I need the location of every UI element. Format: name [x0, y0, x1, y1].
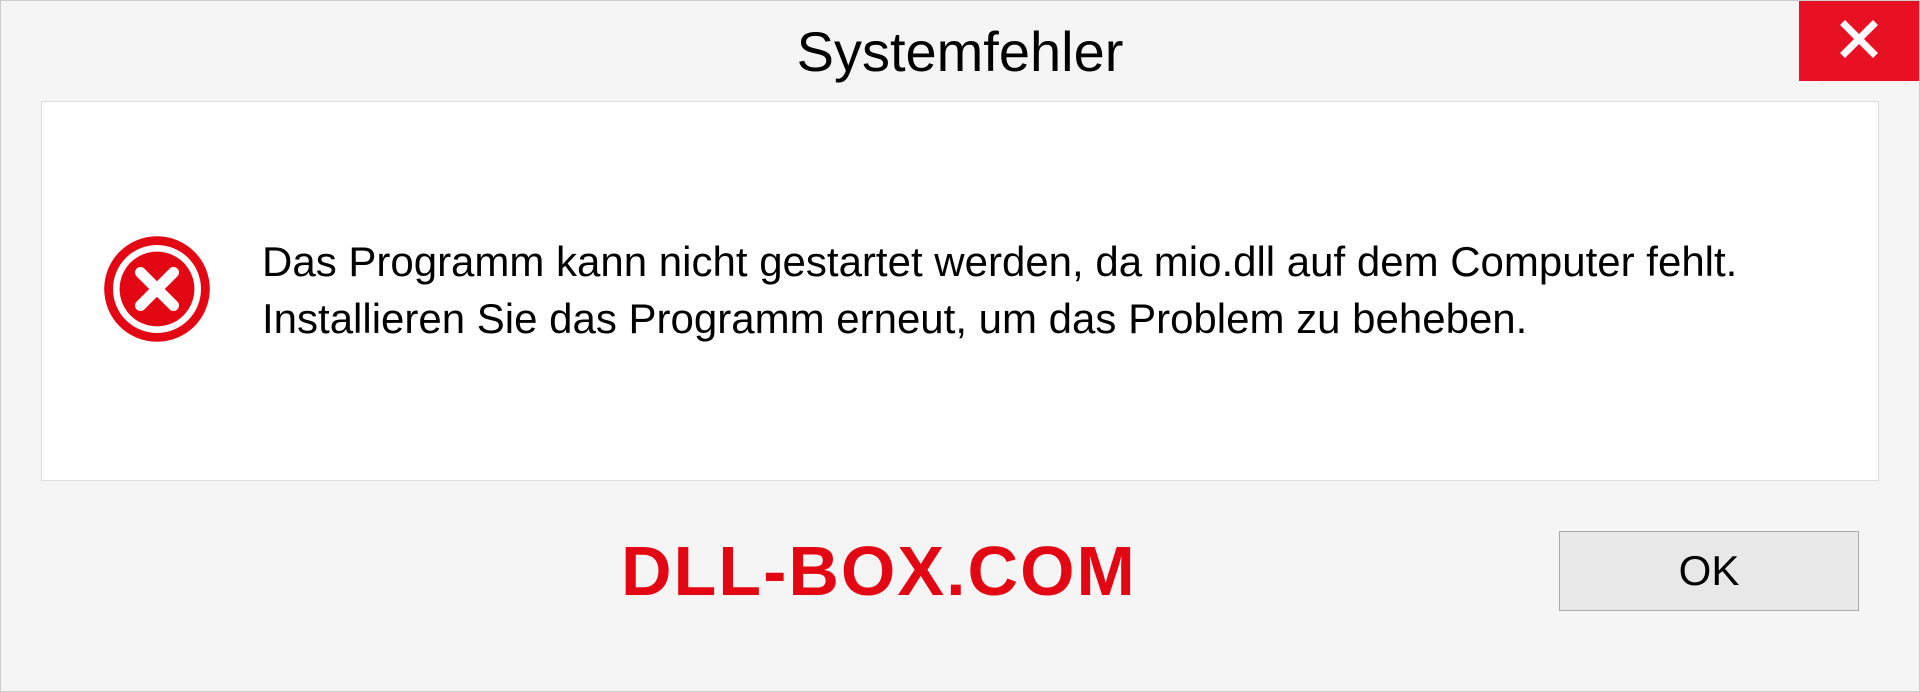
ok-button-label: OK	[1679, 547, 1740, 595]
watermark-text: DLL-BOX.COM	[621, 531, 1137, 611]
content-panel: Das Programm kann nicht gestartet werden…	[41, 101, 1879, 481]
error-dialog: Systemfehler Das Programm kann nicht ges…	[0, 0, 1920, 692]
error-message: Das Programm kann nicht gestartet werden…	[262, 234, 1798, 347]
close-icon	[1838, 18, 1880, 65]
titlebar: Systemfehler	[1, 1, 1919, 101]
close-button[interactable]	[1799, 1, 1919, 81]
dialog-footer: DLL-BOX.COM OK	[1, 481, 1919, 661]
ok-button[interactable]: OK	[1559, 531, 1859, 611]
error-icon	[102, 234, 212, 349]
dialog-title: Systemfehler	[797, 19, 1124, 84]
